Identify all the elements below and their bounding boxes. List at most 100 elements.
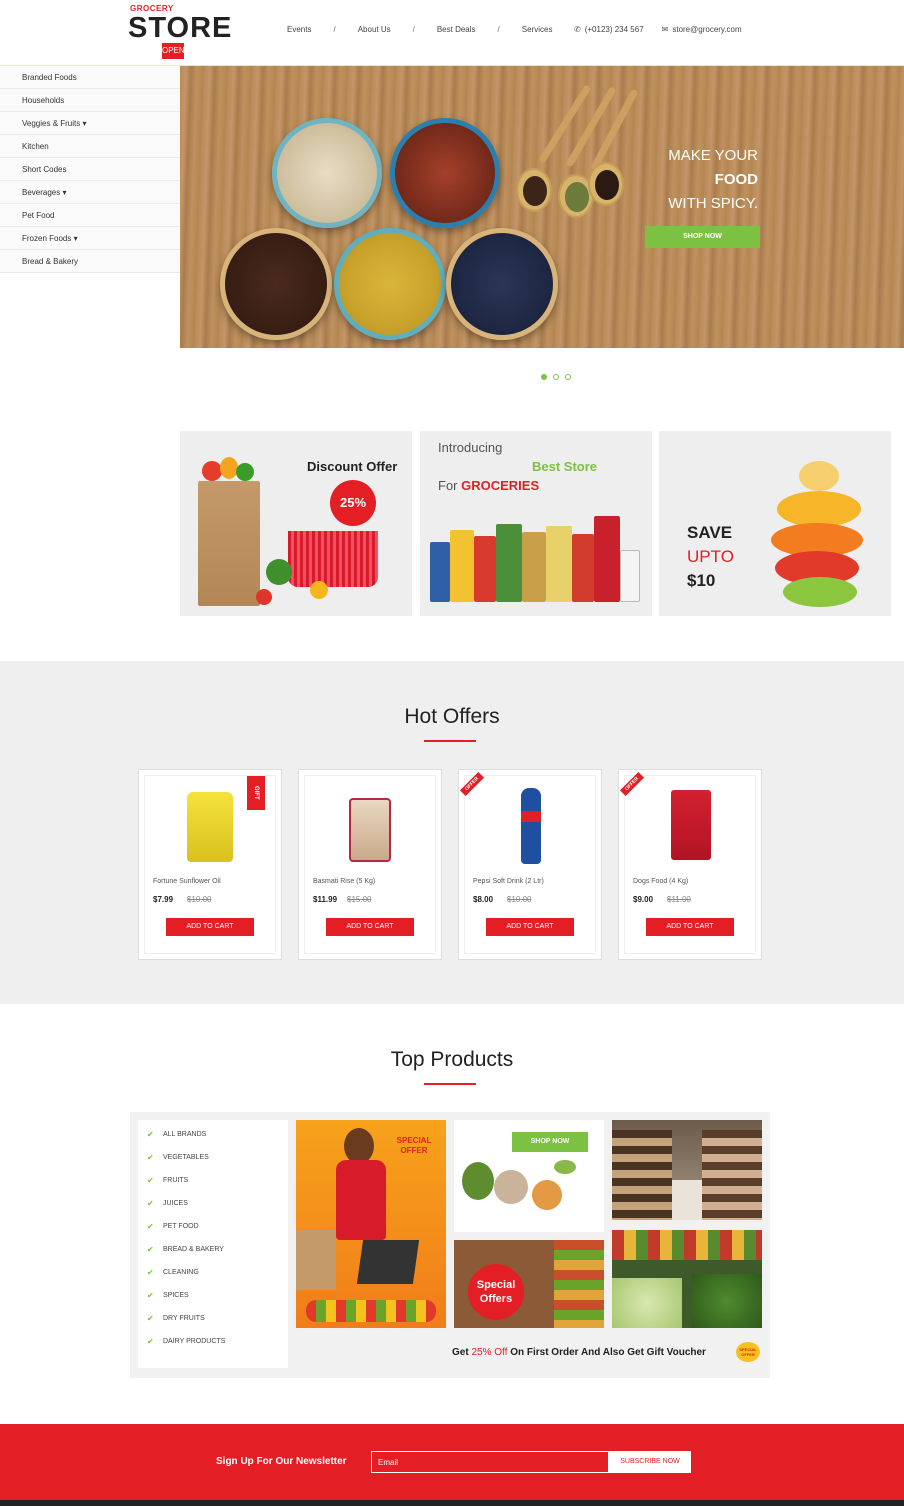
logo-title: STORE [128, 12, 233, 44]
best-store-tile[interactable]: Introducing Best Store For GROCERIES [420, 431, 652, 616]
brand-item[interactable]: ✔ PET FOOD [138, 1220, 288, 1243]
pepsi-bottle-image [521, 788, 541, 864]
logo-open-sign: OPEN [162, 43, 185, 59]
basmati-rice-image [349, 798, 391, 862]
brand-item[interactable]: ✔ BREAD & BAKERY [138, 1243, 288, 1266]
add-to-cart-button[interactable]: ADD TO CART [326, 918, 414, 936]
carousel-dots [541, 374, 571, 380]
for-groceries-label: For GROCERIES [438, 478, 540, 493]
product-card[interactable]: Basmati Rise (5 Kg) $11.99 $15.00 ADD TO… [298, 769, 442, 960]
nav-separator: / [412, 25, 415, 34]
phone-contact[interactable]: ✆ (+0123) 234 567 [574, 25, 644, 34]
check-icon: ✔ [147, 1337, 154, 1346]
hero-headline: MAKE YOUR FOOD WITH SPICY. [668, 144, 758, 216]
product-name: Dogs Food (4 Kg) [633, 878, 689, 885]
sidebar-item-short-codes[interactable]: Short Codes [0, 158, 180, 181]
special-offer-shopper-tile[interactable]: SPECIAL OFFER [296, 1120, 446, 1328]
brand-item[interactable]: ✔ SPICES [138, 1289, 288, 1312]
brand-item[interactable]: ✔ DRY FRUITS [138, 1312, 288, 1335]
hero-shop-now-button[interactable]: SHOP NOW [645, 226, 760, 248]
add-to-cart-button[interactable]: ADD TO CART [166, 918, 254, 936]
hero-line-3: WITH SPICY. [668, 195, 758, 212]
add-to-cart-button[interactable]: ADD TO CART [646, 918, 734, 936]
carousel-dot-3[interactable] [565, 374, 571, 380]
check-icon: ✔ [147, 1199, 154, 1208]
product-price: $7.99 [153, 895, 174, 904]
sidebar-item-bread-bakery[interactable]: Bread & Bakery [0, 250, 180, 273]
sidebar-item-veggies-fruits[interactable]: Veggies & Fruits ▾ [0, 112, 180, 135]
save-text: SAVE UPTO $10 [687, 521, 734, 593]
save-line-2: UPTO [687, 547, 734, 566]
brand-item[interactable]: ✔ JUICES [138, 1197, 288, 1220]
hot-offers-section: Hot Offers GIFT Fortune Sunflower Oil $7… [0, 661, 904, 1004]
phone-number: (+0123) 234 567 [584, 25, 644, 34]
sidebar-item-branded-foods[interactable]: Branded Foods [0, 66, 180, 89]
product-card[interactable]: GIFT Fortune Sunflower Oil $7.99 $10.00 … [138, 769, 282, 960]
category-sidebar: Branded Foods Households Veggies & Fruit… [0, 66, 180, 273]
nav-services[interactable]: Services [522, 25, 553, 34]
nav-events[interactable]: Events [287, 25, 311, 34]
quinoa-bowl-image [272, 118, 382, 228]
brand-item[interactable]: ✔ FRUITS [138, 1174, 288, 1197]
discount-badge: 25% [330, 480, 376, 526]
product-old-price: $10.00 [507, 895, 532, 904]
email-address: store@grocery.com [672, 25, 742, 34]
discount-offer-title: Discount Offer [307, 459, 398, 474]
store-logo[interactable]: GROCERY STORE OPEN [128, 2, 231, 60]
save-upto-tile[interactable]: SAVE UPTO $10 [659, 431, 891, 616]
sidebar-item-kitchen[interactable]: Kitchen [0, 135, 180, 158]
store-aisle-tile[interactable] [612, 1120, 762, 1220]
special-offers-store-tile[interactable]: Special Offers [454, 1240, 604, 1328]
product-old-price: $10.00 [187, 895, 212, 904]
check-icon: ✔ [147, 1130, 154, 1139]
carousel-dot-1[interactable] [541, 374, 547, 380]
shopping-basket-image [288, 531, 378, 587]
special-offer-sticker: SPECIAL OFFER [736, 1342, 760, 1362]
product-name: Basmati Rise (5 Kg) [313, 878, 376, 885]
check-icon: ✔ [147, 1268, 154, 1277]
email-contact[interactable]: ✉ store@grocery.com [662, 25, 742, 34]
check-icon: ✔ [147, 1245, 154, 1254]
check-icon: ✔ [147, 1222, 154, 1231]
check-icon: ✔ [147, 1153, 154, 1162]
gift-tag: GIFT [247, 776, 265, 810]
envelope-icon: ✉ [661, 25, 669, 34]
intro-label: Introducing [438, 440, 503, 455]
cloves-bowl-image [220, 228, 332, 340]
vegetable-market-tile[interactable] [612, 1230, 762, 1328]
salad-tile[interactable]: SHOP NOW [454, 1120, 604, 1232]
brand-item[interactable]: ✔ DAIRY PRODUCTS [138, 1335, 288, 1358]
product-price: $8.00 [473, 895, 494, 904]
product-name: Pepsi Soft Drink (2 Ltr) [473, 878, 544, 885]
nav-separator: / [333, 25, 336, 34]
top-products-panel: ✔ ALL BRANDS ✔ VEGETABLES ✔ FRUITS ✔ JUICES … [130, 1112, 770, 1378]
discount-offer-tile[interactable]: Discount Offer 25% [180, 431, 412, 616]
product-card[interactable]: OFFER Pepsi Soft Drink (2 Ltr) $8.00 $10… [458, 769, 602, 960]
save-line-3: $10 [687, 571, 716, 590]
dog-food-image [671, 790, 711, 860]
carousel-dot-2[interactable] [553, 374, 559, 380]
subscribe-button[interactable]: SUBSCRIBE NOW [609, 1451, 691, 1473]
tile-shop-now-button[interactable]: SHOP NOW [512, 1132, 588, 1152]
contact-info: ✆ (+0123) 234 567 ✉ store@grocery.com [574, 25, 742, 34]
sidebar-item-frozen-foods[interactable]: Frozen Foods ▾ [0, 227, 180, 250]
newsletter-email-input[interactable] [371, 1451, 609, 1473]
first-order-note: Get 25% Off On First Order And Also Get … [452, 1347, 706, 1358]
nav-best-deals[interactable]: Best Deals [437, 25, 476, 34]
sidebar-item-pet-food[interactable]: Pet Food [0, 204, 180, 227]
nav-about-us[interactable]: About Us [358, 25, 391, 34]
add-to-cart-button[interactable]: ADD TO CART [486, 918, 574, 936]
sidebar-item-beverages[interactable]: Beverages ▾ [0, 181, 180, 204]
save-line-1: SAVE [687, 523, 733, 542]
product-old-price: $11.00 [667, 895, 691, 904]
brand-item[interactable]: ✔ CLEANING [138, 1266, 288, 1289]
brand-item[interactable]: ✔ VEGETABLES [138, 1151, 288, 1174]
product-card[interactable]: OFFER Dogs Food (4 Kg) $9.00 $11.00 ADD … [618, 769, 762, 960]
brand-item[interactable]: ✔ ALL BRANDS [138, 1128, 288, 1151]
sidebar-item-households[interactable]: Households [0, 89, 180, 112]
product-price: $11.99 [313, 895, 338, 904]
nav-separator: / [497, 25, 500, 34]
turmeric-bowl-image [334, 228, 446, 340]
hot-offers-title: Hot Offers [404, 705, 500, 728]
brand-filter-list: ✔ ALL BRANDS ✔ VEGETABLES ✔ FRUITS ✔ JUICES … [138, 1120, 288, 1368]
